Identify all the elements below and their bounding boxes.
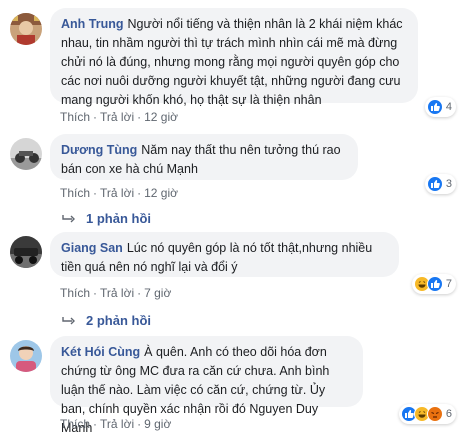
- avatar[interactable]: [10, 13, 42, 45]
- replies-count[interactable]: 2 phản hồi: [86, 313, 151, 328]
- reaction-summary[interactable]: 3: [424, 174, 456, 194]
- comment-time[interactable]: 7 giờ: [144, 286, 171, 300]
- avatar[interactable]: [10, 340, 42, 372]
- comment-actions: Thích · Trả lời · 12 giờ: [60, 110, 178, 124]
- avatar[interactable]: [10, 138, 42, 170]
- reaction-summary[interactable]: 4: [424, 97, 456, 117]
- comment-actions: Thích · Trả lời · 9 giờ: [60, 417, 172, 431]
- reaction-count: 3: [445, 178, 452, 190]
- comment-time[interactable]: 9 giờ: [144, 417, 171, 431]
- comment-bubble: Dương Tùng Năm nay thất thu nên tưởng thú…: [50, 134, 358, 180]
- reply-arrow-icon: [62, 316, 75, 324]
- comment-author[interactable]: Dương Tùng: [61, 143, 137, 157]
- comment-author[interactable]: Anh Trung: [61, 17, 124, 31]
- like-button[interactable]: Thích: [60, 286, 90, 300]
- like-button[interactable]: Thích: [60, 417, 90, 431]
- like-button[interactable]: Thích: [60, 186, 90, 200]
- reply-button[interactable]: Trả lời: [100, 417, 134, 431]
- like-icon: [426, 276, 443, 292]
- comment-author[interactable]: Giang San: [61, 241, 123, 255]
- comment-bubble: Giang San Lúc nó quyên góp là nó tốt thật…: [50, 232, 399, 277]
- comment-bubble: Anh Trung Người nổi tiếng và thiện nhân l…: [50, 8, 418, 107]
- comment-author[interactable]: Két Hói Cùng: [61, 345, 140, 359]
- comment-actions: Thích · Trả lời · 7 giờ: [60, 286, 172, 300]
- comment-bubble: Két Hói Cùng À quên. Anh có theo dõi hóa …: [50, 336, 363, 435]
- reaction-summary[interactable]: 6: [398, 404, 456, 424]
- comment-time[interactable]: 12 giờ: [144, 110, 178, 124]
- avatar[interactable]: [10, 236, 42, 268]
- like-icon: [426, 176, 443, 192]
- view-replies-link[interactable]: 2 phản hồi: [62, 313, 151, 328]
- reaction-count: 7: [445, 278, 452, 290]
- view-replies-link[interactable]: 1 phản hồi: [62, 211, 151, 226]
- reply-button[interactable]: Trả lời: [100, 286, 134, 300]
- reply-button[interactable]: Trả lời: [100, 186, 134, 200]
- angry-icon: [426, 406, 443, 422]
- replies-count[interactable]: 1 phản hồi: [86, 211, 151, 226]
- like-icon: [426, 99, 443, 115]
- comment-actions: Thích · Trả lời · 12 giờ: [60, 186, 178, 200]
- reaction-count: 6: [445, 408, 452, 420]
- like-button[interactable]: Thích: [60, 110, 90, 124]
- reply-arrow-icon: [62, 214, 75, 222]
- reaction-count: 4: [445, 101, 452, 113]
- reply-button[interactable]: Trả lời: [100, 110, 134, 124]
- reaction-summary[interactable]: 7: [411, 274, 456, 294]
- comment-time[interactable]: 12 giờ: [144, 186, 178, 200]
